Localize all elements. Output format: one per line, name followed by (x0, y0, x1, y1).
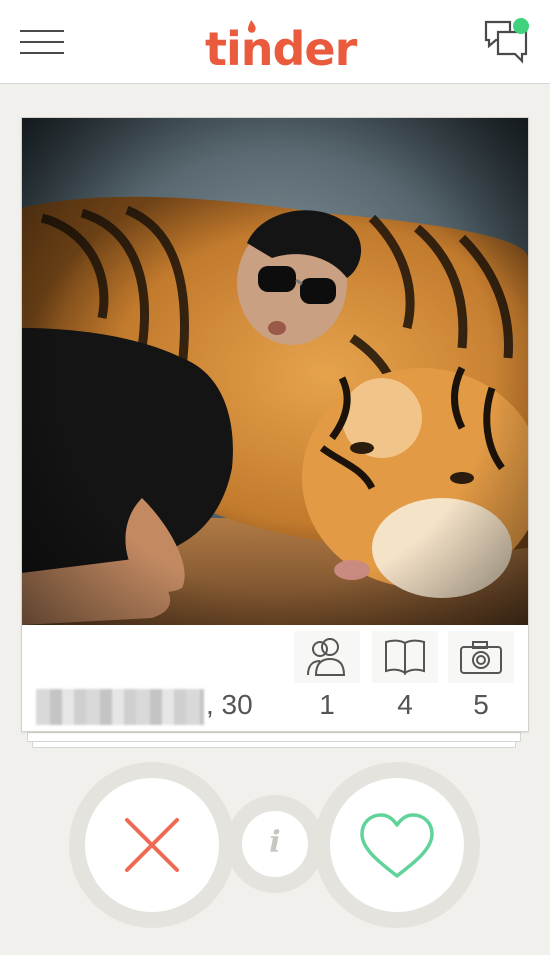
stat-value: 5 (473, 689, 489, 720)
stat-common-friends[interactable]: 1 (294, 631, 360, 727)
card-stack-edge (27, 732, 521, 742)
stat-value: 1 (319, 689, 335, 720)
x-icon (125, 818, 179, 872)
profile-card[interactable]: , 30 1 4 5 (21, 117, 529, 732)
unread-dot (513, 18, 529, 34)
profile-age: , 30 (206, 689, 253, 720)
camera-icon (448, 631, 514, 683)
stat-value: 4 (397, 689, 413, 720)
redacted-name (36, 689, 204, 725)
heart-icon (360, 813, 434, 878)
top-bar: tinder (0, 0, 550, 84)
info-icon: i (269, 825, 281, 860)
info-button[interactable]: i (242, 811, 308, 877)
like-button[interactable] (330, 778, 464, 912)
stat-common-interests[interactable]: 4 (372, 631, 438, 727)
tinder-logo: tinder (205, 14, 357, 76)
friends-icon (294, 631, 360, 683)
chat-icon[interactable] (480, 16, 532, 68)
nope-button[interactable] (85, 778, 219, 912)
profile-info: , 30 1 4 5 (22, 625, 528, 732)
menu-icon[interactable] (20, 28, 64, 58)
stat-photos[interactable]: 5 (448, 631, 514, 727)
book-icon (372, 631, 438, 683)
profile-photo[interactable] (22, 118, 528, 625)
logo-text: tinder (205, 22, 357, 76)
